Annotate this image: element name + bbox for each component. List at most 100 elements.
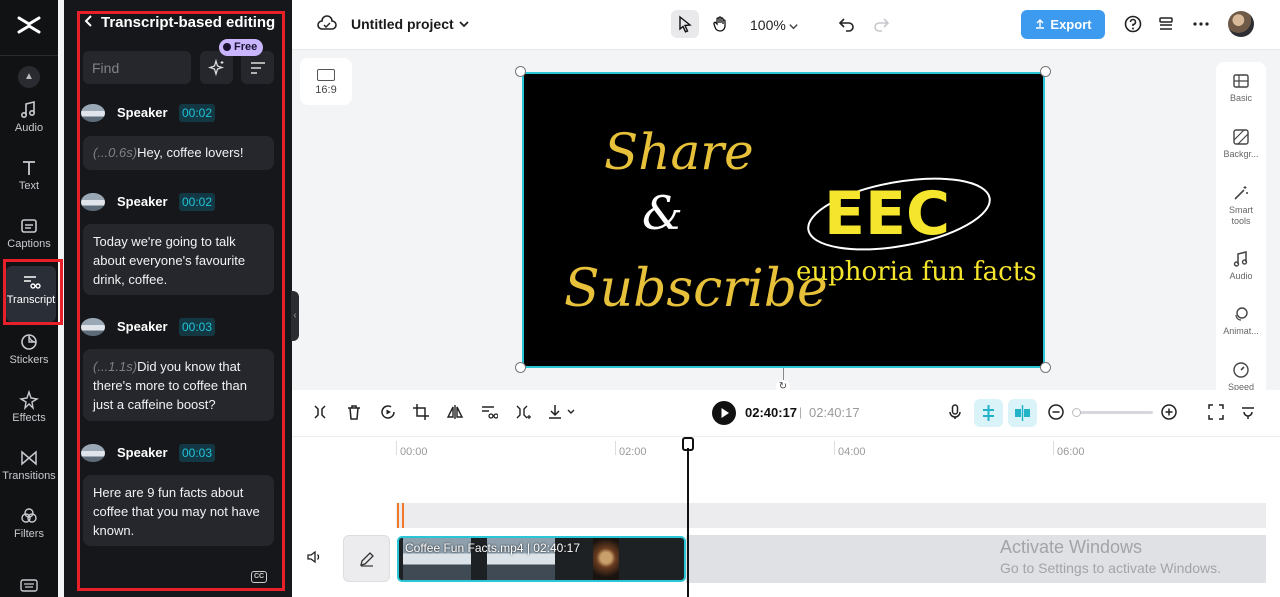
feedback-icon[interactable] [1240, 403, 1256, 423]
audio-track-lane[interactable] [396, 503, 1266, 528]
panel-collapse-handle[interactable]: ‹ [291, 291, 299, 341]
edit-cover-button[interactable] [343, 535, 390, 582]
play-button[interactable] [712, 401, 736, 425]
music-note-icon [20, 100, 36, 119]
resize-handle[interactable] [1040, 362, 1051, 373]
microphone-icon[interactable] [946, 403, 966, 423]
windows-watermark-title: Activate Windows [1000, 537, 1143, 557]
mirror-flip-icon[interactable] [446, 403, 466, 423]
export-button[interactable]: Export [1021, 10, 1105, 39]
rail-item-stickers[interactable]: Stickers [0, 330, 58, 382]
auto-snap-toggle[interactable] [974, 399, 1003, 427]
link-toggle[interactable] [1008, 399, 1037, 427]
panel-title: Transcript-based editing [101, 14, 276, 31]
aspect-ratio-button[interactable]: 16:9 [300, 58, 352, 105]
pencil-icon [360, 552, 374, 567]
speaker-timestamp[interactable]: 00:02 [179, 104, 216, 122]
smart-cut-icon[interactable] [514, 403, 534, 423]
upload-icon [1036, 19, 1045, 29]
video-preview[interactable]: Share & Subscribe EEC euphoria fun facts [522, 72, 1045, 368]
resize-handle[interactable] [515, 66, 526, 77]
tick-label: 00:00 [400, 446, 428, 458]
undo-icon[interactable] [838, 15, 856, 38]
subscribe-text: Subscribe [564, 259, 828, 319]
redo-icon[interactable] [872, 15, 890, 38]
user-avatar[interactable] [1228, 11, 1254, 37]
panel-header: Transcript-based editing [84, 14, 284, 31]
free-badge: Free [219, 39, 264, 56]
playhead[interactable] [687, 448, 689, 597]
rail-item-effects[interactable]: Effects [0, 388, 58, 440]
rail-item-filters[interactable]: Filters [0, 504, 58, 556]
back-chevron-icon[interactable] [84, 14, 93, 31]
tick-label: 02:00 [619, 446, 647, 458]
zoom-in-icon[interactable] [1160, 403, 1180, 423]
rail-item-label: Stickers [9, 354, 49, 366]
video-clip[interactable]: Coffee Fun Facts.mp4 | 02:40:17 [397, 536, 686, 582]
rail-item-label: Transitions [2, 470, 56, 482]
music-note-icon [1233, 251, 1248, 267]
closed-captions-icon[interactable]: CC [251, 571, 267, 583]
chevron-up-icon[interactable]: ▲ [18, 66, 40, 88]
right-item-speed[interactable]: Speed [1216, 361, 1266, 393]
right-item-audio[interactable]: Audio [1216, 250, 1266, 282]
right-item-smart-tools[interactable]: Smart tools [1216, 184, 1266, 227]
speaker-timestamp[interactable]: 00:03 [179, 444, 216, 462]
delete-trash-icon[interactable] [345, 403, 365, 423]
pause-marker[interactable]: (...0.6s) [93, 145, 137, 160]
speaker-volume-icon[interactable] [306, 550, 322, 569]
fullscreen-icon[interactable] [1207, 403, 1227, 423]
crop-icon[interactable] [412, 403, 432, 423]
audio-marker[interactable] [397, 503, 404, 528]
speaker-name: Speaker [117, 105, 168, 120]
speaker-avatar [81, 104, 105, 122]
transcript-edit-icon[interactable] [480, 403, 500, 423]
right-item-animation[interactable]: Animat... [1216, 305, 1266, 337]
replay-icon[interactable] [379, 403, 399, 423]
zoom-level[interactable]: 100% [750, 17, 786, 33]
transcript-segment[interactable]: (...0.6s)Hey, coffee lovers! [83, 136, 274, 170]
chevron-down-icon[interactable] [788, 19, 799, 37]
resize-handle[interactable] [1040, 66, 1051, 77]
aspect-ratio-icon [317, 69, 335, 81]
aspect-ratio-label: 16:9 [315, 84, 337, 96]
transcript-segment[interactable]: (...1.1s)Did you know that there's more … [83, 349, 274, 421]
more-horizontal-icon[interactable] [1192, 15, 1210, 38]
help-icon[interactable] [1124, 15, 1142, 38]
hand-icon [713, 16, 726, 32]
text-t-icon [23, 161, 35, 175]
hand-tool-button[interactable] [706, 10, 734, 38]
ampersand-text: & [642, 186, 683, 240]
rail-item-audio[interactable]: Audio [0, 98, 58, 150]
bowtie-icon [21, 450, 37, 466]
pause-marker[interactable]: (...1.1s) [93, 359, 137, 374]
speaker-avatar [81, 318, 105, 336]
chevron-down-icon[interactable] [458, 17, 470, 35]
right-item-basic[interactable]: Basic [1216, 72, 1266, 104]
find-input[interactable] [83, 51, 191, 84]
cloud-icon[interactable] [317, 15, 337, 38]
timeline-zoom-slider[interactable] [1073, 411, 1153, 414]
transcript-segment[interactable]: Today we're going to talk about everyone… [83, 224, 274, 295]
select-tool-button[interactable] [671, 10, 699, 38]
export-label: Export [1050, 17, 1092, 32]
tick-line [834, 441, 835, 455]
project-title[interactable]: Untitled project [351, 16, 454, 32]
split-icon[interactable] [311, 403, 331, 423]
rail-item-transitions[interactable]: Transitions [0, 446, 58, 498]
resize-handle[interactable] [515, 362, 526, 373]
zoom-slider-knob[interactable] [1072, 408, 1081, 417]
layers-stack-icon[interactable] [1157, 15, 1175, 38]
transcript-segment[interactable]: Here are 9 fun facts about coffee that y… [83, 475, 274, 546]
split-track-icon [1015, 405, 1030, 421]
rail-item-text[interactable]: Text [0, 156, 58, 208]
speaker-name: Speaker [117, 445, 168, 460]
sticker-icon [21, 334, 37, 350]
download-dropdown-icon[interactable] [546, 403, 578, 423]
zoom-out-icon[interactable] [1047, 403, 1067, 423]
speaker-timestamp[interactable]: 00:02 [179, 193, 216, 211]
speaker-timestamp[interactable]: 00:03 [179, 318, 216, 336]
keyboard-icon[interactable] [20, 578, 38, 597]
basic-grid-icon [1233, 74, 1249, 88]
right-item-background[interactable]: Backgr... [1216, 128, 1266, 160]
